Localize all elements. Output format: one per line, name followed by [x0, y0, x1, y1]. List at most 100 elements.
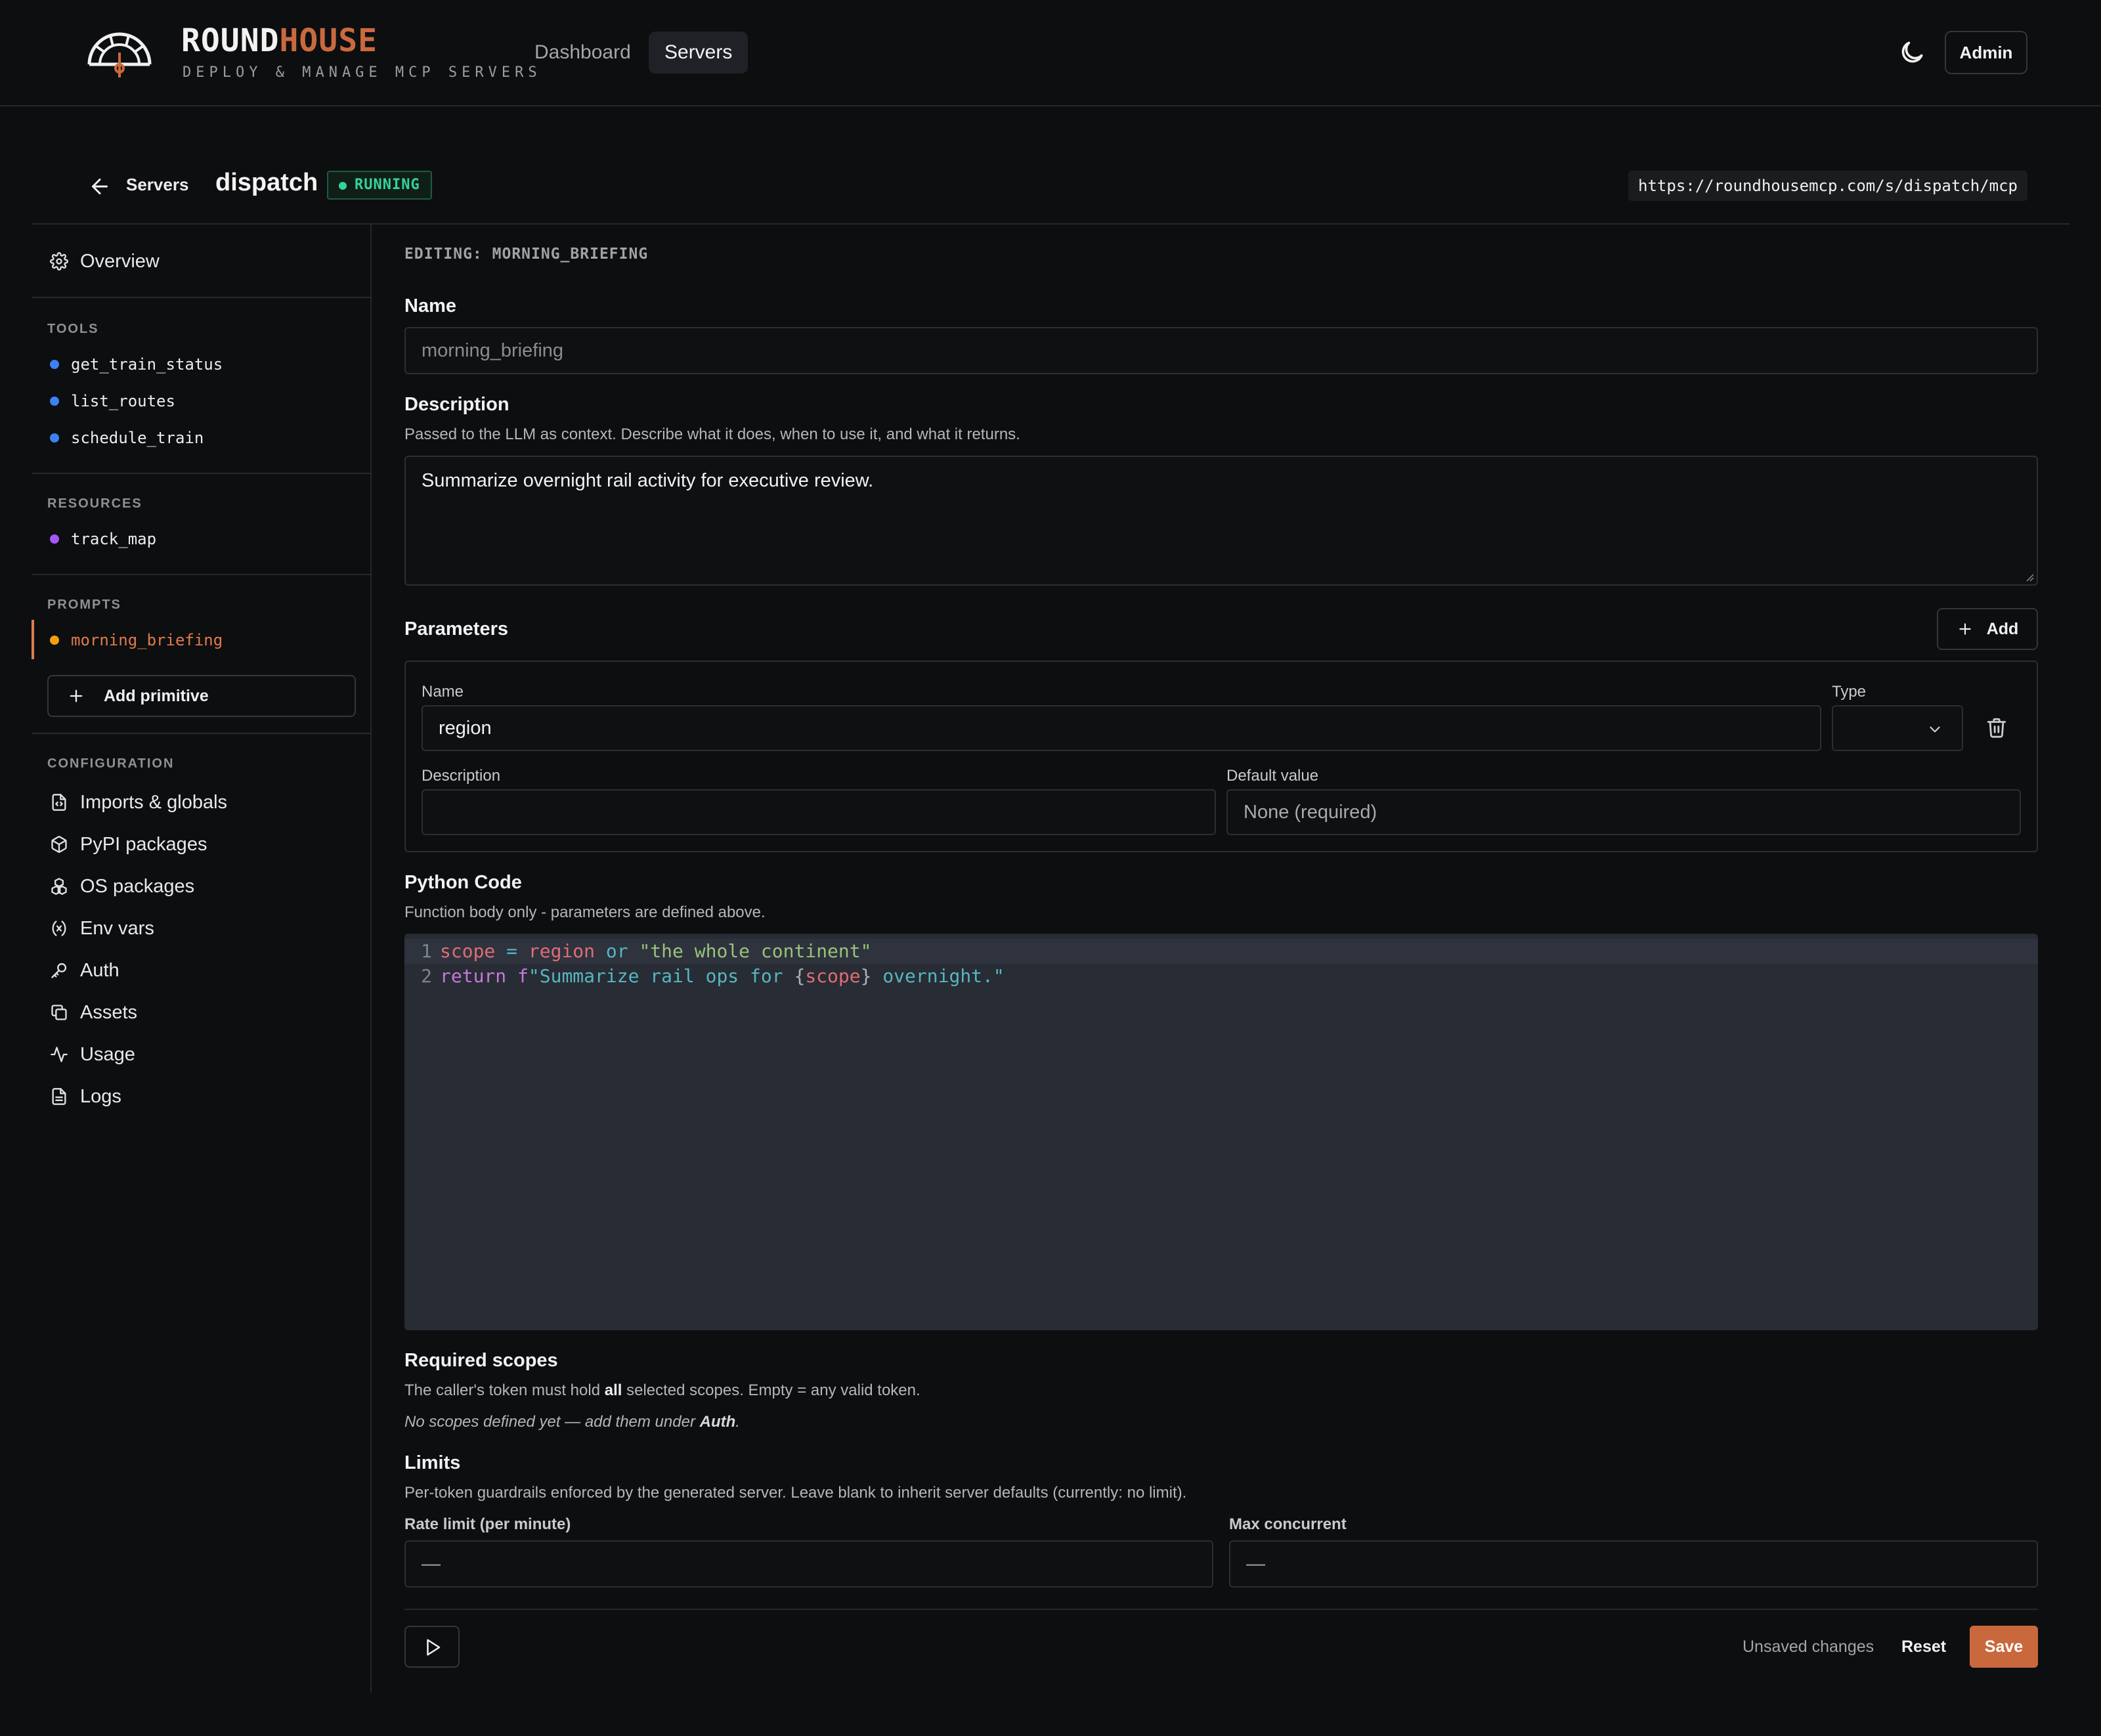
sidebar-tool-schedule-train[interactable]: schedule_train: [50, 425, 204, 451]
name-input[interactable]: morning_briefing: [404, 327, 2038, 374]
code-editor[interactable]: 1 scope = region or "the whole continent"…: [404, 934, 2038, 1330]
reset-button[interactable]: Reset: [1901, 1638, 1946, 1657]
prompt-dot-icon: [50, 636, 59, 645]
code-line: 1 scope = region or "the whole continent": [404, 939, 2038, 964]
brand-name-accent: HOUSE: [279, 22, 378, 59]
variable-icon: [52, 921, 66, 936]
sidebar-item-label: OS packages: [80, 875, 195, 897]
tool-dot-icon: [50, 397, 59, 406]
no-scopes-post: .: [735, 1413, 740, 1431]
sidebar-item-label: PyPI packages: [80, 833, 207, 855]
sidebar-item-logs[interactable]: Logs: [50, 1082, 121, 1111]
sidebar-item-pypi-packages[interactable]: PyPI packages: [50, 830, 207, 859]
activity-icon: [51, 1047, 68, 1062]
sidebar-item-label: Auth: [80, 959, 119, 981]
max-concurrent-input[interactable]: —: [1229, 1540, 2038, 1588]
code-line-content: scope = region or "the whole continent": [440, 940, 872, 962]
unsaved-changes-text: Unsaved changes: [1743, 1638, 1874, 1656]
sidebar-prompt-morning-briefing[interactable]: morning_briefing: [50, 627, 223, 653]
sidebar-item-label: Logs: [80, 1085, 121, 1107]
resize-grip-icon[interactable]: [2024, 571, 2034, 582]
rate-limit-input[interactable]: —: [404, 1540, 1213, 1588]
param-description-input[interactable]: [422, 789, 1216, 835]
tool-label: list_routes: [71, 392, 175, 410]
param-description-label: Description: [422, 767, 501, 785]
description-textarea[interactable]: Summarize overnight rail activity for ex…: [404, 456, 2038, 586]
sidebar-item-usage[interactable]: Usage: [50, 1040, 135, 1069]
name-label: Name: [404, 295, 456, 316]
active-indicator: [32, 620, 34, 659]
file-code-icon: [52, 794, 66, 811]
nav-servers[interactable]: Servers: [649, 32, 748, 74]
tool-dot-icon: [50, 360, 59, 369]
parameters-label: Parameters: [404, 618, 508, 640]
trash-icon[interactable]: [1985, 716, 2008, 739]
auth-link[interactable]: Auth: [700, 1413, 736, 1431]
sidebar-divider: [32, 574, 370, 575]
tool-label: schedule_train: [71, 429, 204, 447]
required-scopes-label: Required scopes: [404, 1350, 558, 1371]
line-number: 1: [421, 940, 432, 962]
roundhouse-logo-icon[interactable]: [85, 30, 154, 80]
tools-heading: TOOLS: [47, 322, 99, 336]
sidebar-tool-get-train-status[interactable]: get_train_status: [50, 351, 223, 378]
sidebar-item-imports-globals[interactable]: Imports & globals: [50, 788, 227, 817]
sidebar-item-assets[interactable]: Assets: [50, 998, 137, 1027]
param-type-label: Type: [1832, 683, 1867, 701]
moon-icon[interactable]: [1897, 38, 1926, 67]
param-default-label: Default value: [1226, 767, 1319, 785]
brand-tagline: DEPLOY & MANAGE MCP SERVERS: [183, 64, 542, 81]
editing-prefix: EDITING:: [404, 246, 492, 263]
add-parameter-button[interactable]: Add: [1937, 608, 2038, 650]
sidebar-item-label: Env vars: [80, 917, 154, 939]
sidebar-tool-list-routes[interactable]: list_routes: [50, 388, 175, 414]
file-text-icon: [52, 1088, 66, 1105]
param-default-input[interactable]: None (required): [1226, 789, 2021, 835]
sidebar-item-label: Assets: [80, 1001, 138, 1023]
admin-button[interactable]: Admin: [1945, 31, 2027, 74]
sidebar-divider: [32, 473, 370, 474]
run-button[interactable]: [404, 1626, 460, 1668]
add-primitive-button[interactable]: Add primitive: [47, 675, 356, 717]
sidebar-item-os-packages[interactable]: OS packages: [50, 872, 194, 901]
python-code-label: Python Code: [404, 872, 522, 893]
boxes-icon: [51, 878, 67, 895]
copy-icon: [51, 1005, 67, 1020]
back-to-servers-link[interactable]: Servers: [126, 175, 188, 195]
max-concurrent-label: Max concurrent: [1229, 1515, 1347, 1533]
configuration-heading: CONFIGURATION: [47, 756, 175, 771]
limits-help: Per-token guardrails enforced by the gen…: [404, 1484, 1187, 1502]
sidebar-item-auth[interactable]: Auth: [50, 956, 119, 985]
sidebar-item-env-vars[interactable]: Env vars: [50, 914, 154, 943]
sidebar-item-overview[interactable]: Overview: [50, 247, 160, 276]
sidebar-resource-track-map[interactable]: track_map: [50, 526, 156, 552]
sidebar-item-label: Imports & globals: [80, 791, 228, 813]
arrow-left-icon[interactable]: [88, 175, 112, 198]
required-scopes-help: The caller's token must hold all selecte…: [404, 1381, 921, 1400]
param-type-select[interactable]: [1832, 705, 1963, 751]
description-text: Summarize overnight rail activity for ex…: [422, 470, 874, 491]
scopes-help-bold: all: [604, 1381, 622, 1399]
tool-label: get_train_status: [71, 355, 223, 374]
brand-name[interactable]: ROUNDHOUSE: [181, 22, 378, 59]
sidebar-divider: [32, 733, 370, 734]
param-name-label: Name: [422, 683, 464, 701]
server-url[interactable]: https://roundhousemcp.com/s/dispatch/mcp: [1628, 171, 2027, 201]
param-name-input[interactable]: region: [422, 705, 1821, 751]
package-icon: [51, 836, 67, 853]
editing-label: EDITING: MORNING_BRIEFING: [404, 246, 648, 263]
header-divider: [32, 223, 2069, 225]
scopes-help-pre: The caller's token must hold: [404, 1381, 605, 1399]
plus-icon: [1959, 623, 1971, 635]
resources-heading: RESOURCES: [47, 496, 142, 511]
line-number: 2: [421, 965, 432, 987]
editing-name: MORNING_BRIEFING: [492, 246, 649, 263]
description-help: Passed to the LLM as context. Describe w…: [404, 425, 1020, 443]
nav-dashboard[interactable]: Dashboard: [519, 32, 647, 74]
prompt-label: morning_briefing: [71, 631, 223, 649]
add-primitive-label: Add primitive: [104, 686, 209, 705]
python-code-help: Function body only - parameters are defi…: [404, 903, 766, 921]
sidebar-divider: [32, 297, 370, 298]
save-button[interactable]: Save: [1970, 1626, 2038, 1668]
server-name: dispatch: [215, 169, 318, 196]
